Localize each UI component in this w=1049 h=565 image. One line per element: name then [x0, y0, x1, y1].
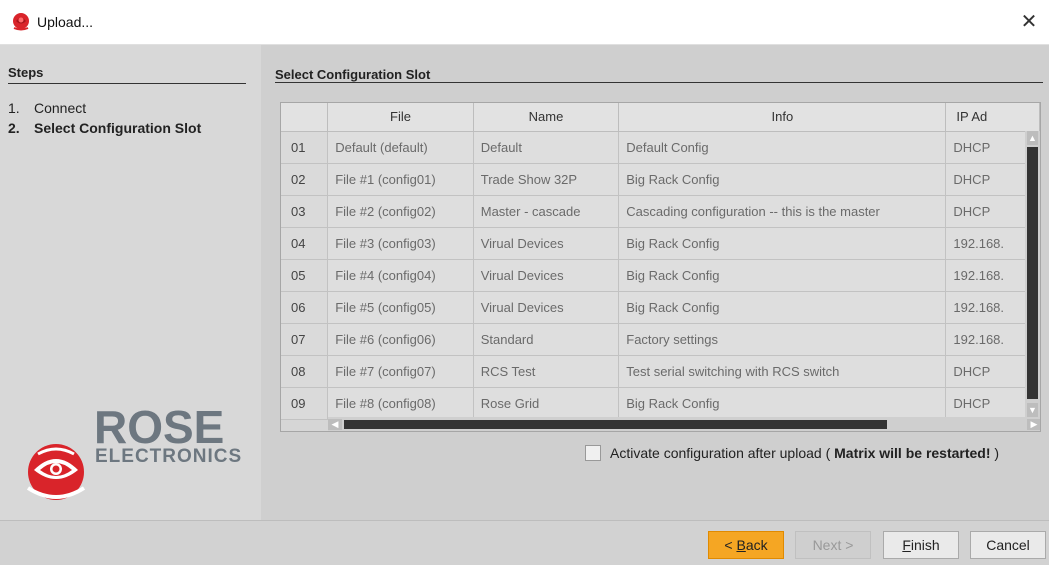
name-cell: RCS Test: [473, 355, 620, 388]
file-cell: File #3 (config03): [327, 227, 474, 260]
column-header[interactable]: [281, 103, 329, 132]
info-cell: Big Rack Config: [618, 291, 947, 324]
file-cell: File #1 (config01): [327, 163, 474, 196]
table-row[interactable]: 01 Default (default) Default Default Config…: [281, 131, 1040, 164]
name-cell: Virual Devices: [473, 291, 620, 324]
next-button[interactable]: Next >: [795, 531, 871, 559]
finish-button-mnemonic: F: [902, 537, 911, 553]
name-cell: Master - cascade: [473, 195, 620, 228]
name-cell: Virual Devices: [473, 227, 620, 260]
scroll-up-icon[interactable]: ▲: [1027, 131, 1038, 145]
step-number: 1.: [8, 100, 20, 116]
step-select-configuration-slot: 2. Select Configuration Slot: [8, 120, 201, 136]
activate-label-suffix: ): [990, 445, 1000, 461]
column-header-ip[interactable]: IP Ad: [945, 103, 1040, 132]
info-cell: Big Rack Config: [618, 259, 947, 292]
name-cell: Rose Grid: [473, 387, 620, 420]
table-header-row: File Name Info IP Ad: [281, 103, 1040, 132]
table-row[interactable]: 09 File #8 (config08) Rose Grid Big Rack Co…: [281, 387, 1040, 420]
slot-number: 01: [281, 131, 329, 164]
step-label: Select Configuration Slot: [34, 120, 202, 136]
info-cell: Factory settings: [618, 323, 947, 356]
steps-divider: [8, 83, 246, 84]
steps-panel: Steps 1. Connect 2. Select Configuration S…: [0, 45, 261, 520]
table-row[interactable]: 06 File #5 (config05) Virual Devices Big Ra…: [281, 291, 1040, 324]
title-bar: Upload... ✕: [0, 0, 1049, 45]
step-connect: 1. Connect: [8, 100, 86, 116]
scroll-right-icon[interactable]: ▶: [1027, 419, 1040, 430]
file-cell: File #2 (config02): [327, 195, 474, 228]
table-row[interactable]: 05 File #4 (config04) Virual Devices Big Ra…: [281, 259, 1040, 292]
info-cell: Test serial switching with RCS switch: [618, 355, 947, 388]
window-title: Upload...: [37, 14, 94, 30]
table-row[interactable]: 07 File #6 (config06) Standard Factory sett…: [281, 323, 1040, 356]
column-header-info[interactable]: Info: [618, 103, 947, 132]
back-button-label: ack: [745, 537, 768, 553]
slot-number: 09: [281, 387, 329, 420]
activate-label: Activate configuration after upload ( Ma…: [610, 445, 999, 461]
slot-number: 05: [281, 259, 329, 292]
file-cell: File #5 (config05): [327, 291, 474, 324]
rose-app-icon: [13, 13, 29, 31]
config-table: File Name Info IP Ad 01 Default (default)…: [281, 103, 1040, 420]
close-icon[interactable]: ✕: [1017, 10, 1041, 34]
name-cell: Standard: [473, 323, 620, 356]
back-button-mnemonic: B: [736, 537, 746, 553]
activate-label-text: Activate configuration after upload (: [610, 445, 835, 461]
logo-subtitle: ELECTRONICS: [95, 446, 243, 467]
activate-checkbox[interactable]: [585, 445, 601, 461]
column-header-file[interactable]: File: [327, 103, 474, 132]
slot-number: 06: [281, 291, 329, 324]
activate-label-warning: Matrix will be restarted!: [834, 445, 991, 461]
vertical-scroll-thumb[interactable]: [1027, 147, 1038, 399]
section-title: Select Configuration Slot: [275, 67, 431, 82]
config-slot-table[interactable]: File Name Info IP Ad 01 Default (default)…: [280, 102, 1041, 432]
info-cell: Big Rack Config: [618, 387, 947, 420]
finish-button-label: inish: [910, 537, 940, 553]
step-number: 2.: [8, 120, 20, 136]
slot-number: 07: [281, 323, 329, 356]
file-cell: File #8 (config08): [327, 387, 474, 420]
scroll-down-icon[interactable]: ▼: [1027, 403, 1038, 417]
step-label: Connect: [34, 100, 87, 116]
info-cell: Big Rack Config: [618, 163, 947, 196]
horizontal-scroll-thumb[interactable]: [344, 420, 887, 429]
vertical-scrollbar[interactable]: ▲ ▼: [1025, 131, 1040, 417]
file-cell: Default (default): [327, 131, 474, 164]
table-row[interactable]: 03 File #2 (config02) Master - cascade Casc…: [281, 195, 1040, 228]
finish-button[interactable]: Finish: [883, 531, 959, 559]
back-button[interactable]: < Back: [708, 531, 784, 559]
section-divider: [275, 82, 1043, 83]
scroll-left-icon[interactable]: ◀: [328, 419, 342, 430]
file-cell: File #4 (config04): [327, 259, 474, 292]
table-row[interactable]: 02 File #1 (config01) Trade Show 32P Big Ra…: [281, 163, 1040, 196]
table-row[interactable]: 08 File #7 (config07) RCS Test Test serial …: [281, 355, 1040, 388]
cancel-button[interactable]: Cancel: [970, 531, 1046, 559]
button-bar: < Back Next > Finish Cancel: [0, 520, 1049, 565]
slot-number: 03: [281, 195, 329, 228]
file-cell: File #7 (config07): [327, 355, 474, 388]
slot-number: 02: [281, 163, 329, 196]
info-cell: Big Rack Config: [618, 227, 947, 260]
name-cell: Virual Devices: [473, 259, 620, 292]
name-cell: Trade Show 32P: [473, 163, 620, 196]
column-header-name[interactable]: Name: [473, 103, 620, 132]
main-panel: Select Configuration Slot File Name Info…: [261, 45, 1049, 520]
info-cell: Cascading configuration -- this is the m…: [618, 195, 947, 228]
table-row[interactable]: 04 File #3 (config03) Virual Devices Big Ra…: [281, 227, 1040, 260]
info-cell: Default Config: [618, 131, 947, 164]
name-cell: Default: [473, 131, 620, 164]
slot-number: 08: [281, 355, 329, 388]
horizontal-scrollbar[interactable]: ◀ ▶: [328, 417, 1040, 431]
back-button-prefix: <: [724, 537, 737, 553]
slot-number: 04: [281, 227, 329, 260]
steps-heading: Steps: [8, 65, 44, 80]
file-cell: File #6 (config06): [327, 323, 474, 356]
